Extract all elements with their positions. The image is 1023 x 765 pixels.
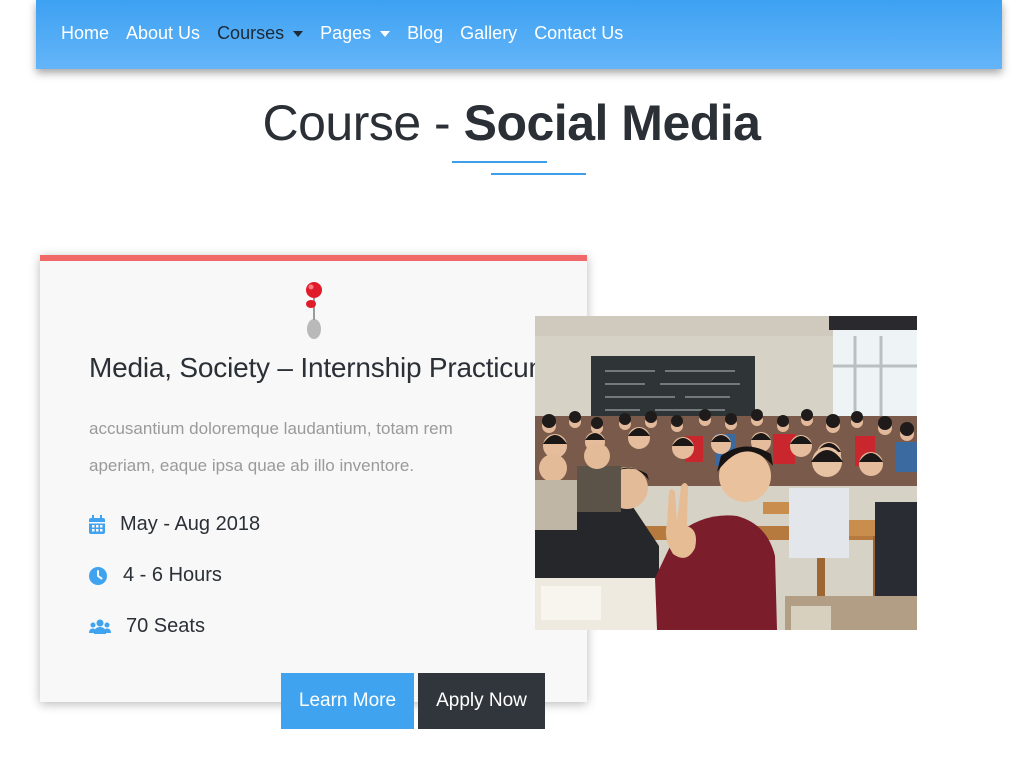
nav-courses-dropdown[interactable]: Courses: [217, 22, 304, 44]
calendar-icon: [89, 515, 105, 534]
title-underline-bottom: [491, 173, 586, 175]
course-card: Media, Society – Internship Practicum ac…: [40, 255, 587, 702]
nav-pages-dropdown[interactable]: Pages: [320, 22, 391, 44]
classroom-photo-illustration: [535, 316, 917, 630]
nav-list: Home About Us Courses Pages Blog Gallery…: [61, 23, 640, 44]
nav-blog-label: Blog: [407, 22, 444, 43]
course-dates: May - Aug 2018: [120, 513, 261, 535]
apply-now-button[interactable]: Apply Now: [418, 673, 545, 729]
caret-down-icon: [293, 30, 304, 37]
main-navbar: Home About Us Courses Pages Blog Gallery…: [36, 0, 1002, 69]
course-duration: 4 - 6 Hours: [123, 564, 222, 586]
learn-more-button[interactable]: Learn More: [281, 673, 414, 729]
page-title: Course - Social Media: [0, 94, 1023, 152]
nav-contact-label: Contact Us: [534, 22, 624, 43]
course-seats: 70 Seats: [126, 615, 205, 637]
page-title-strong: Social Media: [463, 95, 761, 151]
page-title-prefix: Course -: [262, 95, 464, 151]
nav-home-link[interactable]: Home: [61, 23, 109, 44]
course-photo: [535, 316, 917, 630]
learn-more-label: Learn More: [298, 690, 397, 711]
apply-now-label: Apply Now: [436, 690, 527, 711]
clock-icon: [89, 566, 107, 585]
nav-home-label: Home: [61, 22, 110, 43]
nav-contact-link[interactable]: Contact Us: [534, 23, 623, 44]
title-underline-top: [452, 161, 547, 163]
nav-courses-label: Courses: [217, 22, 285, 43]
course-description: accusantium doloremque laudantium, totam…: [89, 419, 453, 475]
nav-pages-label: Pages: [320, 22, 372, 43]
nav-gallery-link[interactable]: Gallery: [460, 23, 517, 44]
course-duration-row: 4 - 6 Hours: [89, 564, 222, 587]
pushpin-icon: [306, 282, 322, 339]
course-seats-row: 70 Seats: [89, 615, 205, 638]
course-dates-row: May - Aug 2018: [89, 513, 260, 536]
users-icon: [89, 619, 111, 634]
nav-blog-link[interactable]: Blog: [407, 23, 443, 44]
course-title: Media, Society – Internship Practicum: [89, 352, 552, 383]
caret-down-icon: [380, 30, 391, 37]
nav-about-label: About Us: [126, 22, 201, 43]
nav-about-link[interactable]: About Us: [126, 23, 200, 44]
nav-gallery-label: Gallery: [460, 22, 518, 43]
